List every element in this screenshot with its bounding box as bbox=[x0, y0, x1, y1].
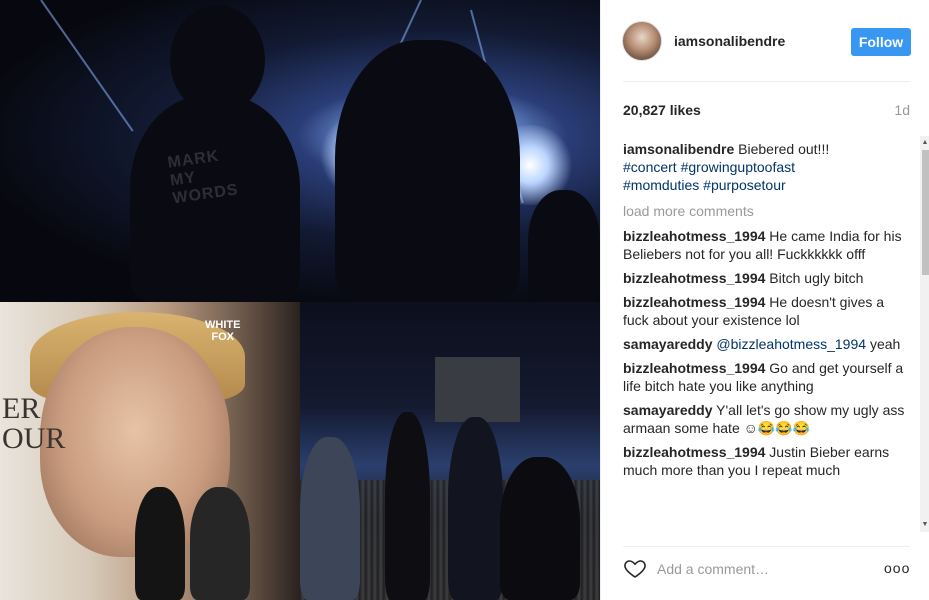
hashtag-link[interactable]: #growinguptoofast bbox=[681, 159, 795, 175]
shirt-text: MARK MY WORDS bbox=[166, 147, 240, 208]
comment: bizzleahotmess_1994 Bitch ugly bitch bbox=[623, 269, 909, 287]
more-options-icon[interactable]: ooo bbox=[884, 560, 912, 576]
mention-link[interactable]: @bizzleahotmess_1994 bbox=[716, 336, 866, 352]
comment-user[interactable]: bizzleahotmess_1994 bbox=[623, 444, 765, 460]
scroll-up-arrow-icon[interactable]: ▲ bbox=[920, 138, 929, 148]
scroll-down-arrow-icon[interactable]: ▼ bbox=[920, 520, 929, 530]
post-side-panel: iamsonalibendre Follow 20,827 likes 1d i… bbox=[600, 0, 929, 600]
comments-scrollbar[interactable]: ▲ ▼ bbox=[920, 136, 929, 532]
caption-text: Biebered out!!! bbox=[738, 141, 830, 157]
comment: samayareddy Y'all let's go show my ugly … bbox=[623, 401, 909, 437]
stadium-photo bbox=[300, 302, 600, 600]
white-fox-logo: WHITE FOX bbox=[205, 319, 241, 343]
comments-list: iamsonalibendre Biebered out!!! #concert… bbox=[623, 140, 909, 536]
comment-user[interactable]: bizzleahotmess_1994 bbox=[623, 228, 765, 244]
comment: bizzleahotmess_1994 He doesn't gives a f… bbox=[623, 293, 909, 329]
load-more-comments[interactable]: load more comments bbox=[623, 202, 909, 220]
comment-user[interactable]: bizzleahotmess_1994 bbox=[623, 360, 765, 376]
caption: iamsonalibendre Biebered out!!! #concert… bbox=[623, 140, 909, 194]
likes-count[interactable]: 20,827 likes bbox=[623, 102, 701, 118]
hashtag-link[interactable]: #purposetour bbox=[703, 177, 786, 193]
hashtag-link[interactable]: #concert bbox=[623, 159, 677, 175]
add-comment-input[interactable] bbox=[657, 558, 867, 580]
post-header: iamsonalibendre Follow bbox=[601, 0, 929, 82]
comment-user[interactable]: bizzleahotmess_1994 bbox=[623, 270, 765, 286]
poster-text: ER OUR bbox=[2, 392, 66, 455]
comment: bizzleahotmess_1994 He came India for hi… bbox=[623, 227, 909, 263]
comment-user[interactable]: samayareddy bbox=[623, 402, 713, 418]
avatar[interactable] bbox=[622, 21, 662, 61]
comment: samayareddy @bizzleahotmess_1994 yeah bbox=[623, 335, 909, 353]
post-time[interactable]: 1d bbox=[894, 102, 910, 118]
comment-text: Bitch ugly bitch bbox=[769, 270, 864, 286]
comment-text: yeah bbox=[869, 336, 901, 352]
header-divider bbox=[623, 81, 910, 82]
comment: bizzleahotmess_1994 Go and get yourself … bbox=[623, 359, 909, 395]
caption-user[interactable]: iamsonalibendre bbox=[623, 141, 734, 157]
post-photo[interactable]: MARK MY WORDS ER OUR WHITE FOX bbox=[0, 0, 600, 600]
concert-photo-top: MARK MY WORDS bbox=[0, 0, 600, 302]
hashtag-link[interactable]: #momduties bbox=[623, 177, 699, 193]
follow-button[interactable]: Follow bbox=[851, 28, 911, 56]
username-link[interactable]: iamsonalibendre bbox=[674, 33, 785, 49]
footer-divider bbox=[623, 546, 910, 547]
comment: bizzleahotmess_1994 Justin Bieber earns … bbox=[623, 443, 909, 479]
scrollbar-thumb[interactable] bbox=[922, 150, 929, 275]
comment-user[interactable]: samayareddy bbox=[623, 336, 713, 352]
comment-user[interactable]: bizzleahotmess_1994 bbox=[623, 294, 765, 310]
poster-photo: ER OUR WHITE FOX bbox=[0, 302, 300, 600]
heart-icon[interactable] bbox=[623, 556, 647, 580]
